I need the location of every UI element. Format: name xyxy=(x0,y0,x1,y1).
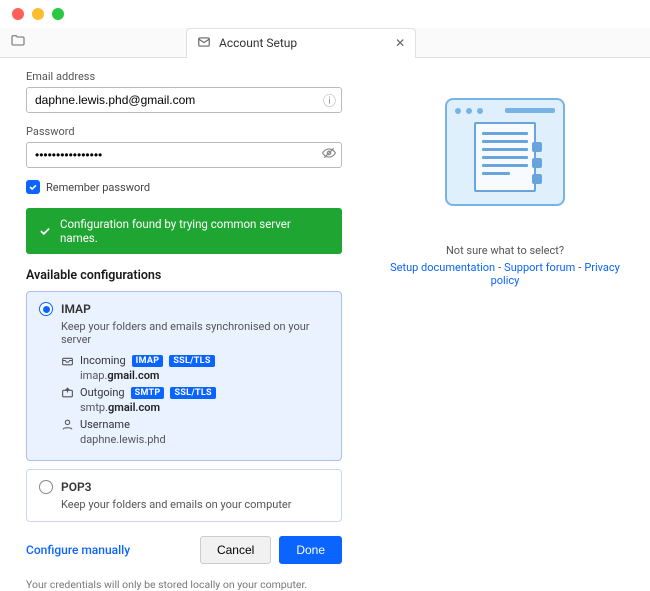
banner-text: Configuration found by trying common ser… xyxy=(60,217,330,245)
credentials-footnote: Your credentials will only be stored loc… xyxy=(26,578,342,591)
pop3-subtitle: Keep your folders and emails on your com… xyxy=(61,498,329,511)
eye-icon[interactable] xyxy=(322,146,336,164)
remember-password-checkbox[interactable]: Remember password xyxy=(26,180,342,194)
badge-imap: IMAP xyxy=(132,355,164,367)
username-value: daphne.lewis.phd xyxy=(80,433,329,446)
username-label: Username xyxy=(80,418,130,431)
window-close-button[interactable] xyxy=(12,8,24,20)
info-icon[interactable]: ⓘ xyxy=(323,91,336,110)
help-links: Setup documentation-Support forum-Privac… xyxy=(380,261,630,287)
close-icon[interactable]: ✕ xyxy=(395,36,405,50)
imap-title: IMAP xyxy=(61,302,91,316)
outgoing-label: Outgoing xyxy=(80,386,125,399)
checkbox-checked-icon xyxy=(26,180,40,194)
password-field[interactable] xyxy=(26,142,342,168)
radio-selected-icon xyxy=(39,302,53,316)
envelope-icon xyxy=(197,35,211,52)
pop3-title: POP3 xyxy=(61,480,92,494)
done-button[interactable]: Done xyxy=(279,536,342,564)
password-label: Password xyxy=(26,125,342,138)
available-configs-heading: Available configurations xyxy=(26,268,342,283)
remember-password-label: Remember password xyxy=(46,181,150,194)
window-zoom-button[interactable] xyxy=(52,8,64,20)
check-icon xyxy=(38,224,52,238)
imap-subtitle: Keep your folders and emails synchronise… xyxy=(61,320,329,346)
help-title: Not sure what to select? xyxy=(380,244,630,257)
email-field[interactable] xyxy=(26,87,342,113)
link-setup-docs[interactable]: Setup documentation xyxy=(390,261,495,274)
config-option-imap[interactable]: IMAP Keep your folders and emails synchr… xyxy=(26,291,342,461)
email-label: Email address xyxy=(26,70,342,83)
traffic-lights xyxy=(12,8,64,20)
tab-title: Account Setup xyxy=(219,36,297,50)
badge-ssltls: SSL/TLS xyxy=(170,387,215,399)
cancel-button[interactable]: Cancel xyxy=(200,536,271,564)
window-titlebar xyxy=(0,0,650,28)
configure-manually-link[interactable]: Configure manually xyxy=(26,543,130,557)
tabbar: Account Setup ✕ xyxy=(0,28,650,58)
badge-smtp: SMTP xyxy=(131,387,165,399)
incoming-host: imap.gmail.com xyxy=(80,369,329,382)
window-minimize-button[interactable] xyxy=(32,8,44,20)
incoming-label: Incoming xyxy=(80,354,126,367)
tab-account-setup[interactable]: Account Setup ✕ xyxy=(186,28,416,58)
link-support-forum[interactable]: Support forum xyxy=(504,261,575,274)
badge-ssltls: SSL/TLS xyxy=(169,355,214,367)
radio-unselected-icon xyxy=(39,480,53,494)
user-icon xyxy=(61,418,74,431)
success-banner: Configuration found by trying common ser… xyxy=(26,208,342,254)
illustration xyxy=(445,98,565,206)
outgoing-host: smtp.gmail.com xyxy=(80,401,329,414)
config-option-pop3[interactable]: POP3 Keep your folders and emails on you… xyxy=(26,469,342,522)
folder-icon[interactable] xyxy=(10,33,26,53)
inbox-icon xyxy=(61,354,74,367)
outbox-icon xyxy=(61,386,74,399)
